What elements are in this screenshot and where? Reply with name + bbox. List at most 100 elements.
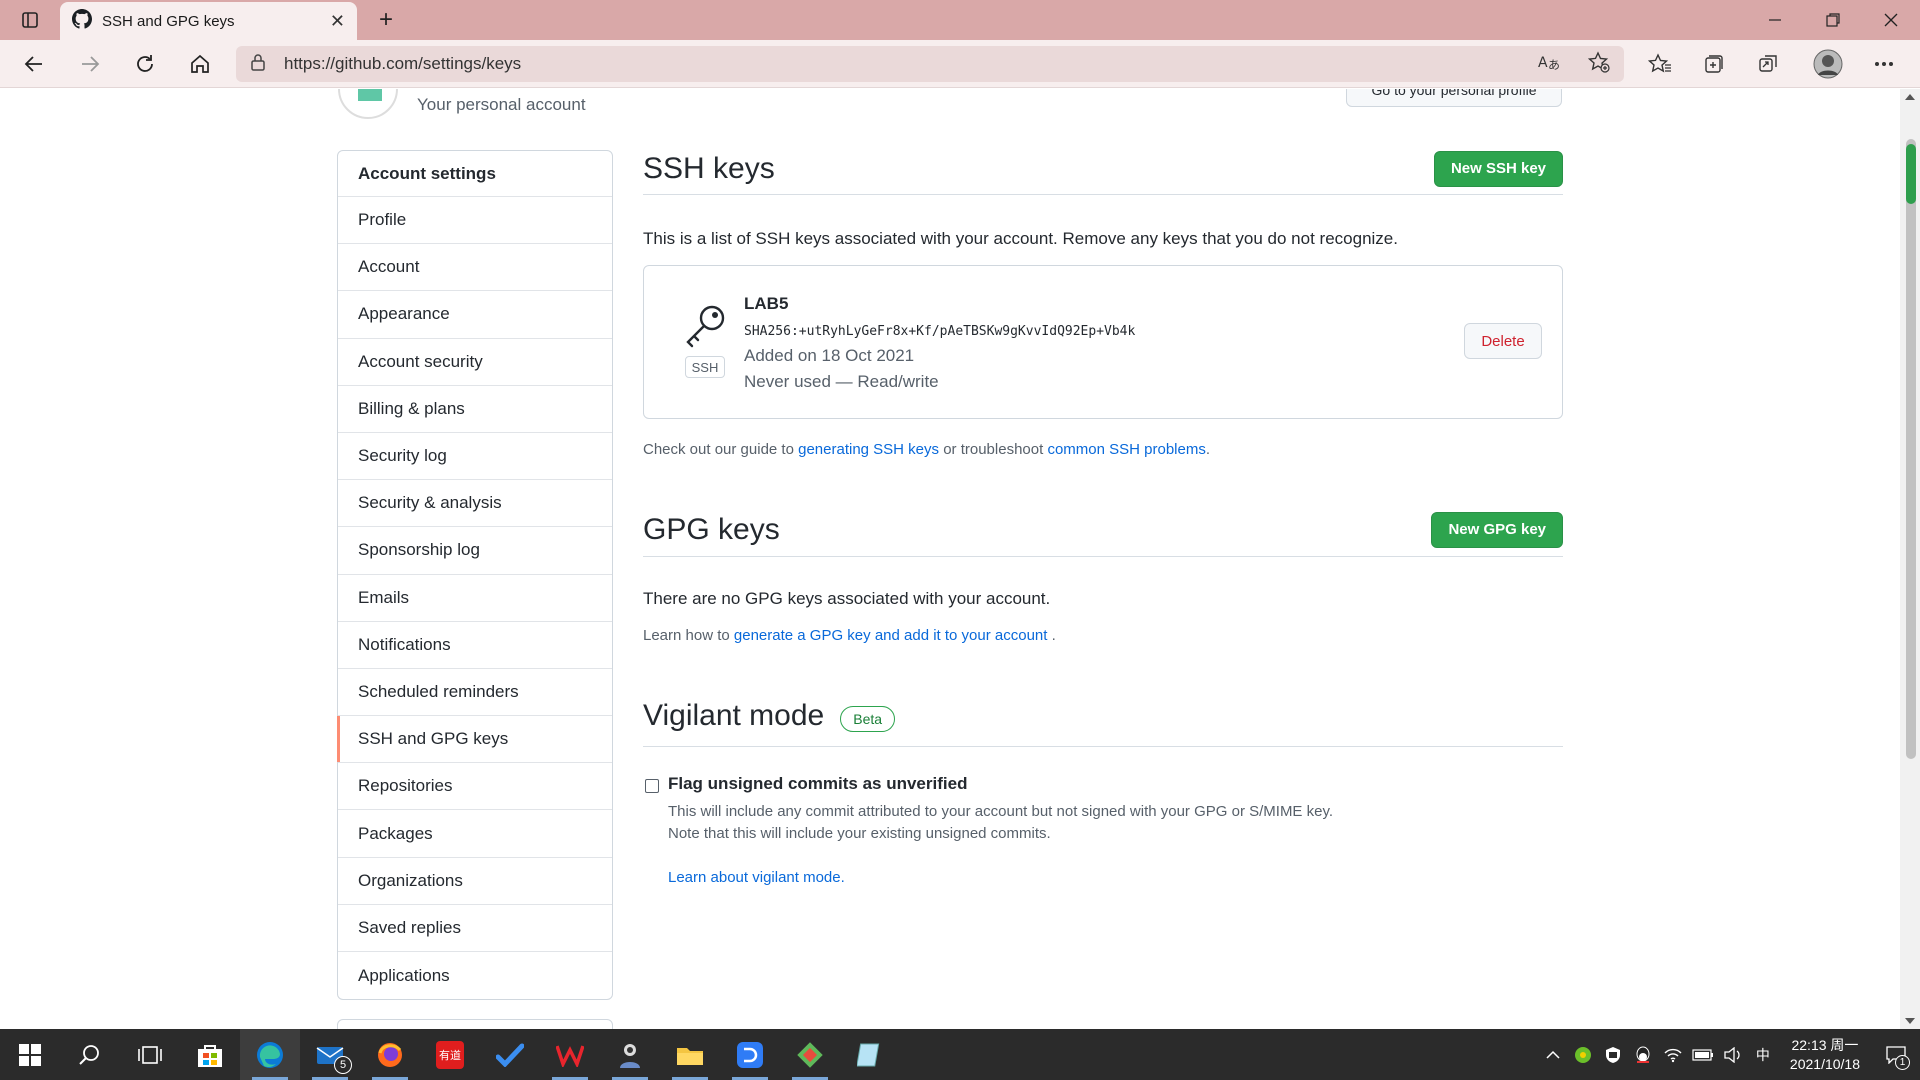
sidebar-item-ssh-gpg-keys[interactable]: SSH and GPG keys — [337, 716, 612, 764]
windows-taskbar: 5 有道 中 22:13 周一 2021/10/18 1 — [0, 1029, 1920, 1080]
sidebar-item-packages[interactable]: Packages — [338, 810, 612, 858]
chevron-up-icon[interactable] — [1538, 1029, 1568, 1080]
restore-button[interactable] — [1804, 0, 1862, 40]
sidebar-item-repositories[interactable]: Repositories — [338, 763, 612, 811]
extensions-icon[interactable] — [1746, 46, 1790, 82]
wifi-icon[interactable] — [1658, 1029, 1688, 1080]
git-gui-icon[interactable] — [780, 1029, 840, 1080]
lock-icon[interactable] — [250, 53, 266, 76]
search-icon[interactable] — [60, 1029, 120, 1080]
gpg-learn-prefix: Learn how to — [643, 627, 730, 644]
minimize-button[interactable] — [1746, 0, 1804, 40]
personal-account-label: Your personal account — [417, 95, 586, 114]
home-button[interactable] — [180, 46, 220, 82]
favorites-icon[interactable] — [1638, 46, 1682, 82]
ssh-guide-text: Check out our guide to generating SSH ke… — [643, 441, 1210, 458]
file-explorer-icon[interactable] — [660, 1029, 720, 1080]
browser-tab[interactable]: SSH and GPG keys ✕ — [60, 2, 357, 40]
url-text[interactable]: https://github.com/settings/keys — [284, 54, 521, 74]
address-bar[interactable]: https://github.com/settings/keys Aあ — [236, 46, 1624, 82]
ssh-guide-mid: or troubleshoot — [943, 441, 1044, 458]
tray-qq-icon[interactable] — [1628, 1029, 1658, 1080]
notification-center-icon[interactable]: 1 — [1872, 1029, 1920, 1080]
todo-icon[interactable] — [480, 1029, 540, 1080]
sidebar-item-account[interactable]: Account — [338, 244, 612, 292]
ime-indicator[interactable]: 中 — [1748, 1029, 1778, 1080]
ssh-key-fingerprint: SHA256:+utRyhLyGeFr8x+Kf/pAeTBSKw9gKvvId… — [744, 324, 1136, 339]
forward-button[interactable] — [70, 46, 110, 82]
battery-icon[interactable] — [1688, 1029, 1718, 1080]
volume-icon[interactable] — [1718, 1029, 1748, 1080]
sidebar-item-billing[interactable]: Billing & plans — [338, 386, 612, 433]
task-view-icon[interactable] — [120, 1029, 180, 1080]
clock-time: 22:13 周一 — [1791, 1036, 1859, 1053]
svg-text:あ: あ — [1548, 58, 1560, 71]
add-favorite-icon[interactable] — [1587, 50, 1610, 78]
tray-green-app-icon[interactable] — [1568, 1029, 1598, 1080]
gpg-section-header: GPG keys New GPG key — [643, 511, 1563, 557]
new-tab-button[interactable]: + — [368, 4, 404, 36]
ssh-guide-prefix: Check out our guide to — [643, 441, 794, 458]
store-icon[interactable] — [180, 1029, 240, 1080]
sidebar-item-account-security[interactable]: Account security — [338, 339, 612, 386]
firefox-icon[interactable] — [360, 1029, 420, 1080]
learn-vigilant-mode-link[interactable]: Learn about vigilant mode. — [668, 869, 845, 886]
generating-ssh-keys-link[interactable]: generating SSH keys — [798, 441, 939, 458]
sidebar-item-applications[interactable]: Applications — [338, 952, 612, 999]
go-to-profile-button[interactable]: Go to your personal profile — [1346, 89, 1562, 107]
scrollbar-thumb[interactable] — [1906, 139, 1916, 759]
mail-icon[interactable]: 5 — [300, 1029, 360, 1080]
app-figure-icon[interactable] — [600, 1029, 660, 1080]
ssh-section-header: SSH keys New SSH key — [643, 150, 1563, 195]
sidebar-item-saved-replies[interactable]: Saved replies — [338, 905, 612, 952]
sidebar-secondary-box — [337, 1019, 613, 1029]
sidebar-item-notifications[interactable]: Notifications — [338, 622, 612, 669]
profile-avatar[interactable] — [1806, 46, 1850, 82]
delete-ssh-key-button[interactable]: Delete — [1464, 323, 1542, 359]
sidebar-item-profile[interactable]: Profile — [338, 197, 612, 245]
dingtalk-icon[interactable] — [720, 1029, 780, 1080]
flag-unsigned-label[interactable]: Flag unsigned commits as unverified — [668, 774, 967, 794]
notepad-icon[interactable] — [840, 1029, 900, 1080]
read-aloud-icon[interactable]: Aあ — [1538, 53, 1560, 76]
youdao-icon[interactable]: 有道 — [420, 1029, 480, 1080]
new-ssh-key-button[interactable]: New SSH key — [1433, 150, 1563, 187]
user-avatar[interactable] — [338, 89, 398, 119]
tray-shield-icon[interactable] — [1598, 1029, 1628, 1080]
sidebar-item-sponsorship-log[interactable]: Sponsorship log — [338, 527, 612, 575]
more-menu-icon[interactable] — [1862, 46, 1906, 82]
beta-badge: Beta — [840, 705, 896, 732]
mail-badge: 5 — [334, 1056, 352, 1074]
flag-unsigned-checkbox[interactable] — [645, 779, 659, 793]
vigilant-note-1: This will include any commit attributed … — [668, 803, 1334, 820]
generate-gpg-key-link[interactable]: generate a GPG key and add it to your ac… — [734, 627, 1048, 644]
start-button[interactable] — [0, 1029, 60, 1080]
ssh-title: SSH keys — [643, 151, 775, 185]
scroll-down-icon[interactable] — [1905, 1017, 1915, 1025]
tab-actions-icon[interactable] — [2, 0, 58, 40]
sidebar-item-security-analysis[interactable]: Security & analysis — [338, 480, 612, 528]
vigilant-note-2: Note that this will include your existin… — [668, 825, 1051, 842]
sidebar-item-organizations[interactable]: Organizations — [338, 858, 612, 905]
back-button[interactable] — [14, 46, 54, 82]
sidebar-item-emails[interactable]: Emails — [338, 575, 612, 622]
clock[interactable]: 22:13 周一 2021/10/18 — [1790, 1036, 1860, 1074]
scroll-up-icon[interactable] — [1905, 93, 1915, 101]
browser-toolbar: https://github.com/settings/keys Aあ — [0, 40, 1920, 88]
new-gpg-key-button[interactable]: New GPG key — [1431, 511, 1563, 548]
refresh-button[interactable] — [125, 46, 165, 82]
close-window-button[interactable] — [1862, 0, 1920, 40]
gpg-empty-text: There are no GPG keys associated with yo… — [643, 589, 1051, 608]
sidebar-item-security-log[interactable]: Security log — [338, 433, 612, 481]
page-scrollbar[interactable] — [1900, 89, 1920, 1029]
sidebar-item-scheduled-reminders[interactable]: Scheduled reminders — [338, 669, 612, 717]
edge-icon[interactable] — [240, 1029, 300, 1080]
clock-date: 2021/10/18 — [1789, 1055, 1860, 1072]
collections-icon[interactable] — [1692, 46, 1736, 82]
gpg-learn-text: Learn how to generate a GPG key and add … — [643, 627, 1056, 644]
settings-sidebar: Account settings Profile Account Appeara… — [337, 150, 613, 1001]
common-ssh-problems-link[interactable]: common SSH problems — [1047, 441, 1205, 458]
sidebar-item-appearance[interactable]: Appearance — [338, 291, 612, 339]
tab-close-button[interactable]: ✕ — [330, 11, 345, 32]
wps-icon[interactable] — [540, 1029, 600, 1080]
